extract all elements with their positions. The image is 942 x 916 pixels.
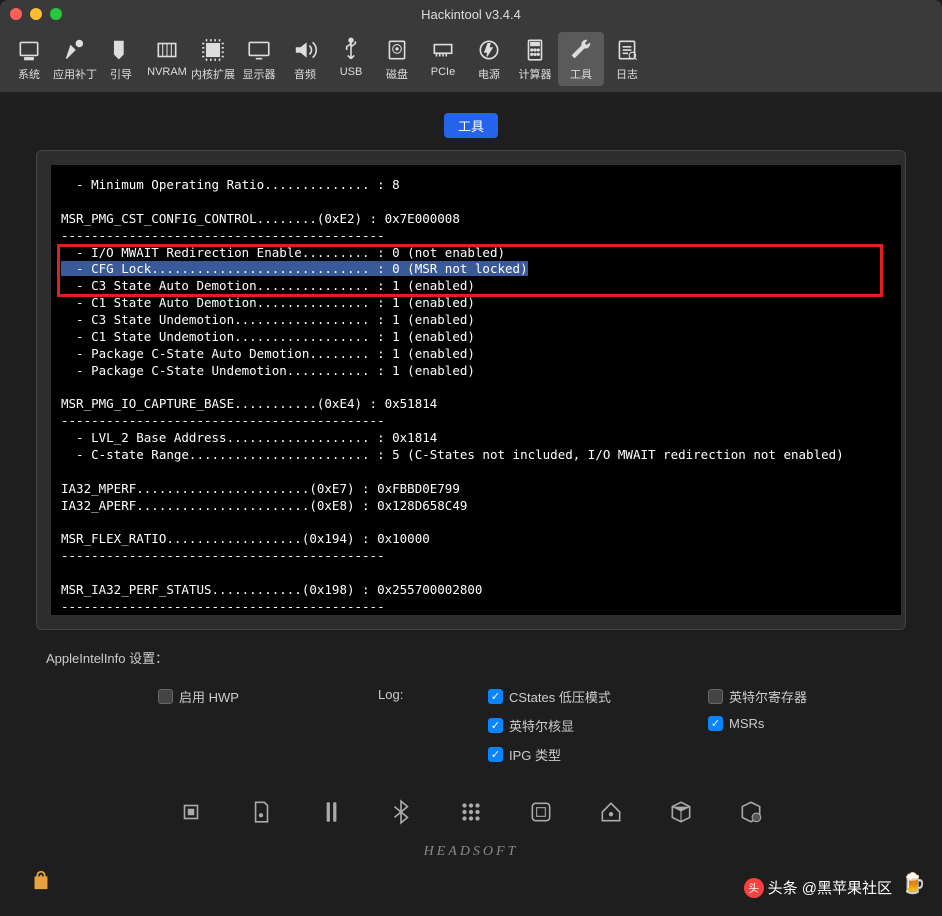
nvram-icon <box>152 36 182 64</box>
sdcard-button[interactable] <box>247 798 275 826</box>
toolbar-calc[interactable]: 计算器 <box>512 32 558 86</box>
watermark: 头 头条 @黑苹果社区 <box>744 877 892 898</box>
system-icon <box>14 36 44 64</box>
bottom-icon-bar <box>8 798 934 826</box>
toolbar-label: USB <box>340 66 363 78</box>
toolbar-label: 电源 <box>478 66 500 82</box>
toolbar-label: 内核扩展 <box>191 66 235 82</box>
toolbar-system[interactable]: 系统 <box>6 32 52 86</box>
checkbox-enable-hwp[interactable]: 启用 HWP <box>158 687 348 706</box>
checkbox-label: 英特尔寄存器 <box>729 687 807 706</box>
window-title: Hackintool v3.4.4 <box>0 7 942 22</box>
kext-icon <box>198 36 228 64</box>
lock-icon[interactable] <box>30 869 52 894</box>
calc-icon <box>520 36 550 64</box>
checkbox-msrs[interactable]: ✓ MSRs <box>708 716 898 731</box>
toolbar-label: PCIe <box>431 66 455 78</box>
toolbar-display[interactable]: 显示器 <box>236 32 282 86</box>
pcie-icon <box>428 36 458 64</box>
display-icon <box>244 36 274 64</box>
toolbar-label: NVRAM <box>147 66 187 78</box>
toolbar-audio[interactable]: 音频 <box>282 32 328 86</box>
checkbox-label: CStates 低压模式 <box>509 687 611 706</box>
toolbar-tools[interactable]: 工具 <box>558 32 604 86</box>
titlebar: Hackintool v3.4.4 <box>0 0 942 28</box>
log-label: Log: <box>378 687 458 702</box>
toolbar-power[interactable]: 电源 <box>466 32 512 86</box>
toolbar-nvram[interactable]: NVRAM <box>144 32 190 86</box>
toolbar-log[interactable]: 日志 <box>604 32 650 86</box>
watermark-icon: 头 <box>744 878 764 898</box>
checkbox-label: 启用 HWP <box>179 687 239 706</box>
checkbox-label: IPG 类型 <box>509 745 561 764</box>
tools-icon <box>566 36 596 64</box>
boot-icon <box>106 36 136 64</box>
close-window-button[interactable] <box>10 8 22 20</box>
power-icon <box>474 36 504 64</box>
audio-icon <box>290 36 320 64</box>
toolbar-label: 显示器 <box>243 66 276 82</box>
checkbox-label: 英特尔核显 <box>509 716 574 735</box>
grid-button[interactable] <box>457 798 485 826</box>
log-icon <box>612 36 642 64</box>
toolbar-patch[interactable]: 应用补丁 <box>52 32 98 86</box>
toolbar-label: 计算器 <box>519 66 552 82</box>
toolbar-label: 工具 <box>570 66 592 82</box>
beer-icon: 🍺 <box>901 871 926 896</box>
patch-icon <box>60 36 90 64</box>
toolbar-label: 音频 <box>294 66 316 82</box>
checkbox-intel-registers[interactable]: 英特尔寄存器 <box>708 687 898 706</box>
frame-button[interactable] <box>527 798 555 826</box>
bluetooth-button[interactable] <box>387 798 415 826</box>
terminal-panel: - Minimum Operating Ratio.............. … <box>36 150 906 630</box>
tools-icon-button[interactable] <box>317 798 345 826</box>
toolbar-label: 磁盘 <box>386 66 408 82</box>
settings-title: AppleIntelInfo 设置： <box>46 648 934 667</box>
footer-brand: HEADSOFT <box>8 844 934 860</box>
disk-icon <box>382 36 412 64</box>
toolbar: 系统应用补丁引导 NVRAM 内核扩展显示器 音频 USB 磁盘 PCIe 电源 计算器 工具 日志 <box>0 28 942 93</box>
maximize-window-button[interactable] <box>50 8 62 20</box>
home-button[interactable] <box>597 798 625 826</box>
checkbox-igpu[interactable]: ✓ 英特尔核显 <box>488 716 678 735</box>
package-settings-button[interactable] <box>737 798 765 826</box>
tab-tools[interactable]: 工具 <box>444 113 498 138</box>
package-button[interactable] <box>667 798 695 826</box>
toolbar-usb[interactable]: USB <box>328 32 374 86</box>
toolbar-pcie[interactable]: PCIe <box>420 32 466 86</box>
toolbar-kext[interactable]: 内核扩展 <box>190 32 236 86</box>
toolbar-label: 应用补丁 <box>53 66 97 82</box>
toolbar-label: 引导 <box>110 66 132 82</box>
toolbar-label: 系统 <box>18 66 40 82</box>
cpu-button[interactable] <box>177 798 205 826</box>
usb-icon <box>336 36 366 64</box>
toolbar-boot[interactable]: 引导 <box>98 32 144 86</box>
checkbox-ipg[interactable]: ✓ IPG 类型 <box>488 745 678 764</box>
terminal-output[interactable]: - Minimum Operating Ratio.............. … <box>51 165 901 615</box>
toolbar-label: 日志 <box>616 66 638 82</box>
minimize-window-button[interactable] <box>30 8 42 20</box>
toolbar-disk[interactable]: 磁盘 <box>374 32 420 86</box>
checkbox-cstates[interactable]: ✓ CStates 低压模式 <box>488 687 678 706</box>
checkbox-label: MSRs <box>729 716 764 731</box>
